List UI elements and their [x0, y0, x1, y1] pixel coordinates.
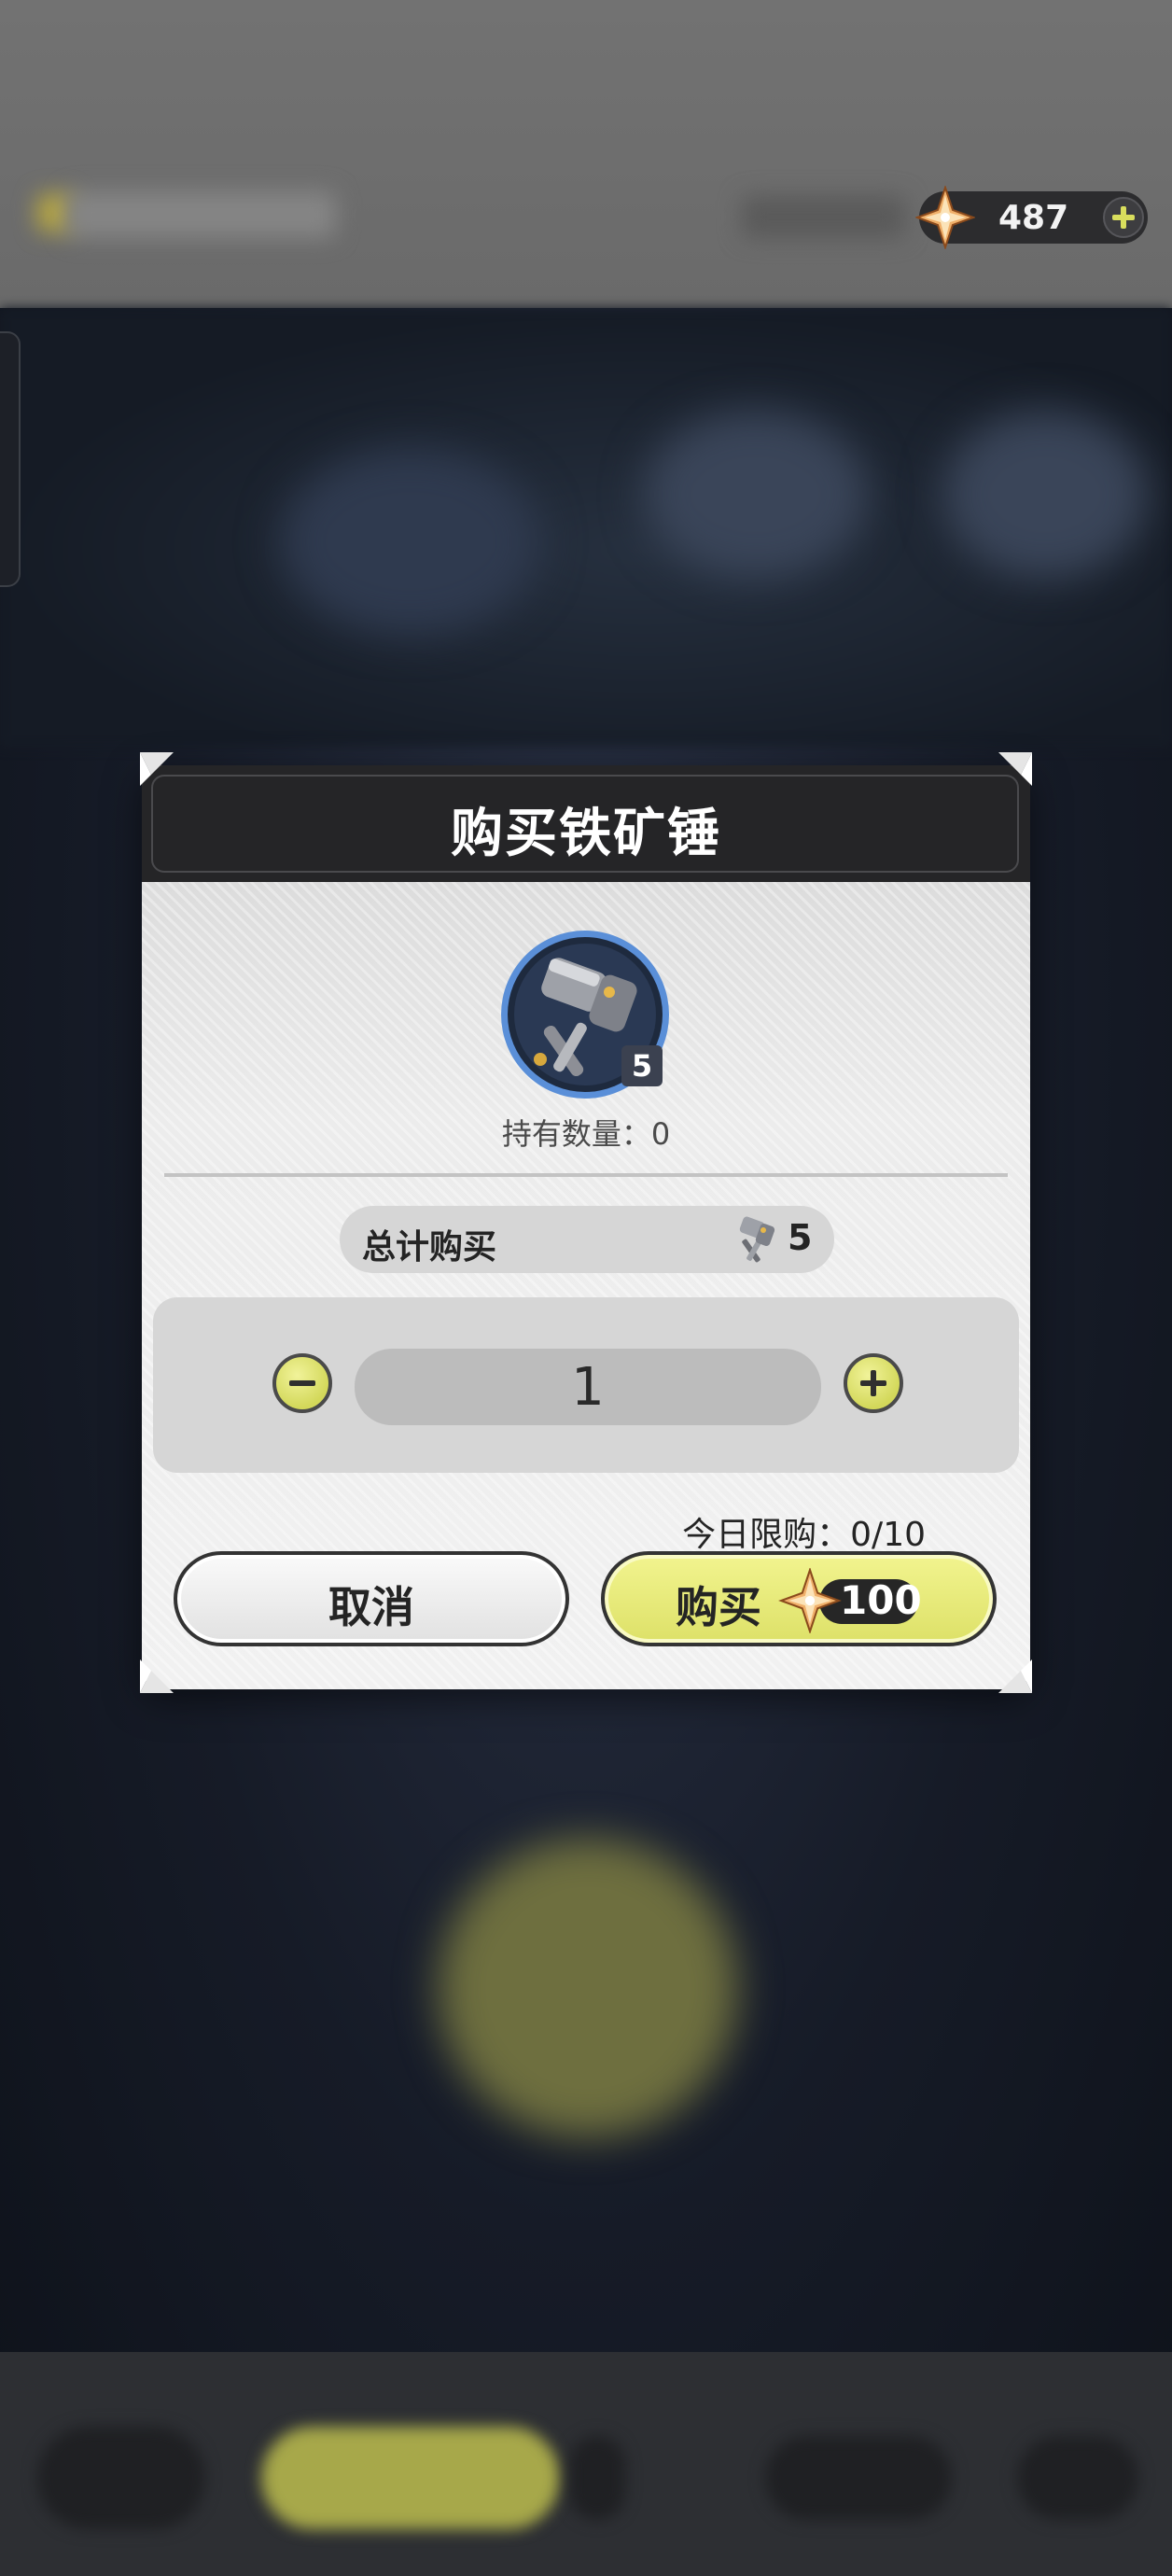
background-blur-element [742, 196, 905, 238]
background-blur-element [280, 448, 541, 635]
daily-limit: 今日限购：0/10 [682, 1516, 926, 1554]
background-blur-element [942, 411, 1148, 579]
total-purchase-value: 5 [788, 1217, 813, 1258]
background-blur-element [37, 2427, 205, 2529]
currency-amount: 487 [998, 199, 1069, 237]
buy-button[interactable]: 购买 100 [601, 1551, 997, 1646]
background-side-tab [0, 331, 21, 587]
iron-hammer-icon [739, 1216, 775, 1263]
buy-button-label: 购买 [676, 1582, 761, 1632]
currency-display: 487 [915, 186, 1148, 249]
total-purchase-label: 总计购买 [362, 1228, 497, 1267]
cancel-button-label: 取消 [328, 1582, 414, 1632]
background-blur-element [261, 2427, 560, 2529]
star-crystal-icon [778, 1568, 842, 1633]
minus-icon [289, 1380, 315, 1386]
background-blur-element [644, 411, 868, 579]
corner-ornament-icon [140, 1659, 174, 1693]
background-blur-element [765, 2436, 952, 2520]
increase-quantity-button[interactable] [844, 1353, 903, 1413]
cancel-button[interactable]: 取消 [174, 1551, 569, 1646]
corner-ornament-icon [140, 752, 174, 786]
plus-icon [860, 1370, 886, 1396]
add-currency-button[interactable] [1103, 197, 1144, 238]
background-blur-element [439, 1839, 737, 2137]
purchase-dialog: 购买铁矿锤 5 持有数量：0 总计购买 5 1 今日限购：0/10 取消 购买 … [142, 765, 1030, 1689]
background-blur-element [1017, 2436, 1138, 2520]
background-blur-element [569, 2436, 625, 2520]
corner-ornament-icon [998, 752, 1032, 786]
dialog-header: 购买铁矿锤 [142, 765, 1030, 882]
decrease-quantity-button[interactable] [272, 1353, 332, 1413]
total-purchase: 总计购买 5 [340, 1206, 834, 1273]
buy-price: 100 [840, 1577, 922, 1623]
background-header [0, 0, 1172, 308]
plus-icon [1112, 206, 1135, 229]
background-blur-element [65, 191, 336, 238]
quantity-selector [153, 1297, 1019, 1473]
corner-ornament-icon [998, 1659, 1032, 1693]
star-crystal-icon [915, 186, 975, 249]
item-count-badge: 5 [621, 1045, 663, 1086]
divider [164, 1173, 1008, 1177]
dialog-title: 购买铁矿锤 [451, 804, 721, 864]
quantity-input[interactable] [355, 1349, 821, 1425]
owned-quantity: 持有数量：0 [501, 1116, 671, 1152]
